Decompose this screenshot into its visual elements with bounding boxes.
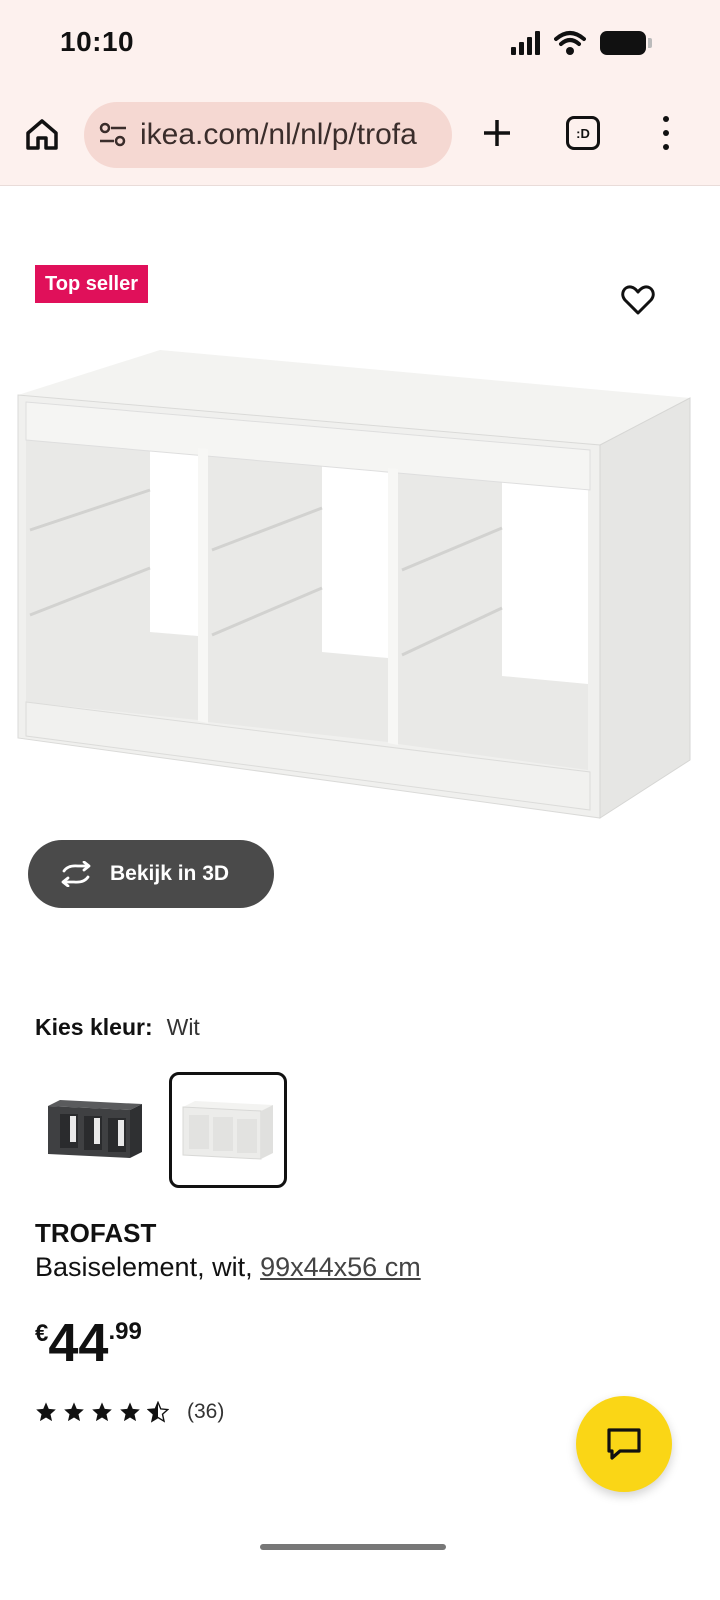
signal-icon xyxy=(511,31,540,55)
top-seller-badge: Top seller xyxy=(35,265,148,303)
rotate-3d-icon xyxy=(61,861,91,887)
plus-icon xyxy=(484,120,510,146)
product-name: TROFAST xyxy=(35,1218,157,1248)
product-rating[interactable]: (36) xyxy=(35,1400,224,1424)
browser-toolbar: ikea.com/nl/nl/p/trofa :D xyxy=(0,100,720,170)
new-tab-button[interactable] xyxy=(476,112,518,154)
view-3d-button[interactable]: Bekijk in 3D xyxy=(28,840,274,908)
status-icons xyxy=(511,30,652,56)
black-variant-thumbnail xyxy=(48,1100,142,1158)
price-integer: 44 xyxy=(48,1313,109,1373)
wifi-icon xyxy=(554,31,586,55)
home-button[interactable] xyxy=(22,114,62,154)
white-variant-thumbnail xyxy=(182,1101,273,1160)
heart-icon xyxy=(621,285,655,315)
color-label: Kies kleur: xyxy=(35,1014,153,1040)
tabs-label: :D xyxy=(576,125,590,141)
star-icon xyxy=(120,1402,140,1422)
product-description-text: Basiselement, wit, xyxy=(35,1252,261,1282)
tune-icon[interactable] xyxy=(98,122,128,148)
star-icon xyxy=(36,1402,56,1422)
chat-button[interactable] xyxy=(576,1396,672,1492)
tabs-button[interactable]: :D xyxy=(566,116,600,150)
star-icon xyxy=(64,1402,84,1422)
more-vert-icon[interactable] xyxy=(656,112,676,154)
swatch-white[interactable] xyxy=(169,1072,287,1188)
product-price: € 44 .99 xyxy=(35,1316,142,1370)
view-3d-label: Bekijk in 3D xyxy=(110,862,230,885)
color-selector-label: Kies kleur: Wit xyxy=(35,1014,200,1041)
address-bar[interactable]: ikea.com/nl/nl/p/trofa xyxy=(84,102,452,168)
url-text[interactable]: ikea.com/nl/nl/p/trofa xyxy=(140,118,417,152)
favorite-button[interactable] xyxy=(618,280,658,320)
price-decimals: .99 xyxy=(108,1318,142,1345)
home-indicator[interactable] xyxy=(260,1544,446,1550)
price-currency: € xyxy=(35,1320,49,1347)
battery-icon xyxy=(600,31,652,55)
product-description: Basiselement, wit, 99x44x56 cm xyxy=(35,1252,421,1283)
product-size-link[interactable]: 99x44x56 cm xyxy=(260,1252,421,1282)
product-image[interactable] xyxy=(10,340,700,830)
status-time: 10:10 xyxy=(60,26,135,57)
browser-chrome: 10:10 ikea.com/nl/nl/p/trofa:D xyxy=(0,0,720,186)
chat-icon xyxy=(607,1428,641,1460)
rating-stars xyxy=(35,1401,169,1423)
half-star-icon xyxy=(147,1401,169,1423)
swatch-black[interactable] xyxy=(36,1072,154,1188)
home-icon xyxy=(26,119,58,150)
rating-count[interactable]: (36) xyxy=(187,1400,224,1424)
star-icon xyxy=(92,1402,112,1422)
color-value: Wit xyxy=(166,1014,200,1040)
